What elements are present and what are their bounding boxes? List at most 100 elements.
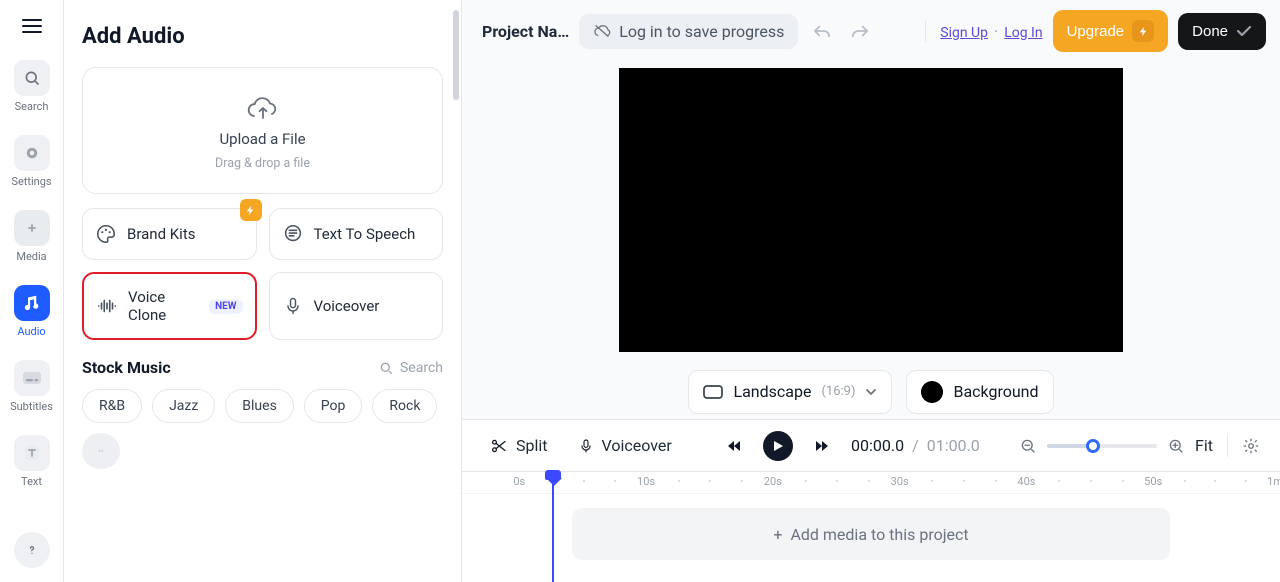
background-label: Background	[953, 382, 1038, 401]
zoom-in-icon[interactable]	[1167, 437, 1185, 455]
editor-area: Project Na… Log in to save progress Sign…	[462, 0, 1280, 582]
cloud-off-icon	[593, 23, 611, 39]
ruler-label: 40s	[1017, 475, 1035, 488]
genre-chips: R&B Jazz Blues Pop Rock	[82, 389, 443, 469]
split-label: Split	[516, 436, 548, 455]
background-button[interactable]: Background	[906, 370, 1053, 414]
voiceover-button[interactable]: Voiceover	[570, 430, 680, 461]
video-canvas[interactable]	[619, 68, 1123, 352]
settings-gear-icon[interactable]	[1242, 437, 1260, 455]
rail-label: Subtitles	[10, 400, 53, 413]
left-rail: Search Settings Media Audio Subtitles Te…	[0, 0, 64, 582]
zoom-controls: Fit	[1019, 436, 1213, 455]
rail-text[interactable]: Text	[0, 429, 63, 494]
speech-bubble-icon	[282, 223, 304, 245]
rail-media[interactable]: Media	[0, 204, 63, 269]
genre-chip[interactable]: Jazz	[152, 389, 215, 423]
music-note-icon	[14, 285, 50, 321]
rewind-button[interactable]	[719, 431, 749, 461]
forward-button[interactable]	[807, 431, 837, 461]
stock-search-button[interactable]: Search	[378, 360, 443, 376]
log-in-link[interactable]: Log In	[1004, 25, 1042, 41]
total-time: 01:00.0	[927, 436, 980, 455]
rail-label: Settings	[11, 175, 51, 188]
aspect-label: Landscape	[733, 382, 811, 401]
bolt-badge-icon	[240, 199, 262, 221]
upload-title: Upload a File	[219, 130, 305, 148]
timeline[interactable]: 0s10s20s30s40s50s1m + Add media to this …	[462, 472, 1280, 582]
play-button[interactable]	[763, 431, 793, 461]
text-to-speech-card[interactable]: Text To Speech	[269, 208, 444, 260]
upgrade-label: Upgrade	[1067, 23, 1125, 40]
rail-settings[interactable]: Settings	[0, 129, 63, 194]
card-label: Voice Clone	[128, 288, 195, 324]
card-label: Voiceover	[314, 297, 380, 315]
voice-clone-card[interactable]: Voice Clone NEW	[82, 272, 257, 340]
ruler-label: 20s	[764, 475, 782, 488]
zoom-out-icon[interactable]	[1019, 437, 1037, 455]
plus-icon	[14, 210, 50, 246]
rail-label: Search	[15, 100, 49, 113]
timeline-ruler[interactable]: 0s10s20s30s40s50s1m	[462, 472, 1280, 494]
voiceover-card[interactable]: Voiceover	[269, 272, 444, 340]
waveform-icon	[96, 295, 118, 317]
more-genres-icon[interactable]	[82, 433, 120, 469]
card-label: Text To Speech	[314, 225, 416, 243]
color-swatch-icon	[921, 381, 943, 403]
login-hint[interactable]: Log in to save progress	[579, 14, 798, 49]
new-pill: NEW	[209, 299, 242, 314]
text-icon	[14, 435, 50, 471]
zoom-slider[interactable]	[1047, 444, 1157, 448]
rail-subtitles[interactable]: Subtitles	[0, 354, 63, 419]
rail-label: Media	[16, 250, 46, 263]
scrollbar-thumb[interactable]	[453, 10, 459, 100]
hamburger-icon[interactable]	[14, 8, 50, 44]
search-label: Search	[400, 360, 443, 376]
voiceover-label: Voiceover	[602, 436, 672, 455]
upload-subtitle: Drag & drop a file	[215, 156, 310, 171]
bolt-icon	[1132, 20, 1154, 42]
microphone-icon	[282, 295, 304, 317]
add-audio-panel: Add Audio Upload a File Drag & drop a fi…	[64, 0, 462, 582]
ruler-label: 1m	[1267, 475, 1280, 488]
done-button[interactable]: Done	[1178, 13, 1266, 50]
undo-button[interactable]	[808, 17, 836, 45]
fit-label[interactable]: Fit	[1195, 436, 1213, 455]
rail-audio[interactable]: Audio	[0, 279, 63, 344]
done-label: Done	[1192, 23, 1228, 40]
project-name[interactable]: Project Na…	[482, 22, 569, 41]
aspect-ratio: (16:9)	[821, 384, 855, 399]
redo-button[interactable]	[846, 17, 874, 45]
add-media-label: Add media to this project	[790, 525, 968, 544]
ruler-label: 10s	[637, 475, 655, 488]
ruler-label: 50s	[1144, 475, 1162, 488]
genre-chip[interactable]: Rock	[372, 389, 437, 423]
genre-chip[interactable]: Blues	[225, 389, 294, 423]
brand-kits-card[interactable]: Brand Kits	[82, 208, 257, 260]
microphone-icon	[578, 437, 594, 455]
top-bar: Project Na… Log in to save progress Sign…	[462, 0, 1280, 62]
help-icon[interactable]	[14, 532, 50, 568]
sign-up-link[interactable]: Sign Up	[940, 25, 988, 41]
add-media-dropzone[interactable]: + Add media to this project	[572, 508, 1170, 560]
rail-label: Text	[21, 475, 42, 488]
aspect-ratio-button[interactable]: Landscape (16:9)	[688, 370, 892, 414]
genre-chip[interactable]: R&B	[82, 389, 142, 423]
ruler-label: 0s	[513, 475, 525, 488]
time-display: 00:00.0/01:00.0	[851, 436, 980, 455]
timeline-toolbar: Split Voiceover 00:00.0/01:00.0 Fit	[462, 420, 1280, 472]
plus-icon: +	[773, 525, 782, 544]
settings-icon	[14, 135, 50, 171]
split-button[interactable]: Split	[482, 430, 556, 461]
rail-search[interactable]: Search	[0, 54, 63, 119]
scissors-icon	[490, 437, 508, 455]
genre-chip[interactable]: Pop	[304, 389, 363, 423]
subtitles-icon	[14, 360, 50, 396]
upgrade-button[interactable]: Upgrade	[1053, 10, 1169, 52]
rail-label: Audio	[17, 325, 45, 338]
playhead[interactable]	[552, 472, 554, 582]
check-icon	[1236, 25, 1252, 37]
palette-icon	[95, 223, 117, 245]
upload-dropzone[interactable]: Upload a File Drag & drop a file	[82, 67, 443, 194]
upload-cloud-icon	[246, 96, 280, 122]
